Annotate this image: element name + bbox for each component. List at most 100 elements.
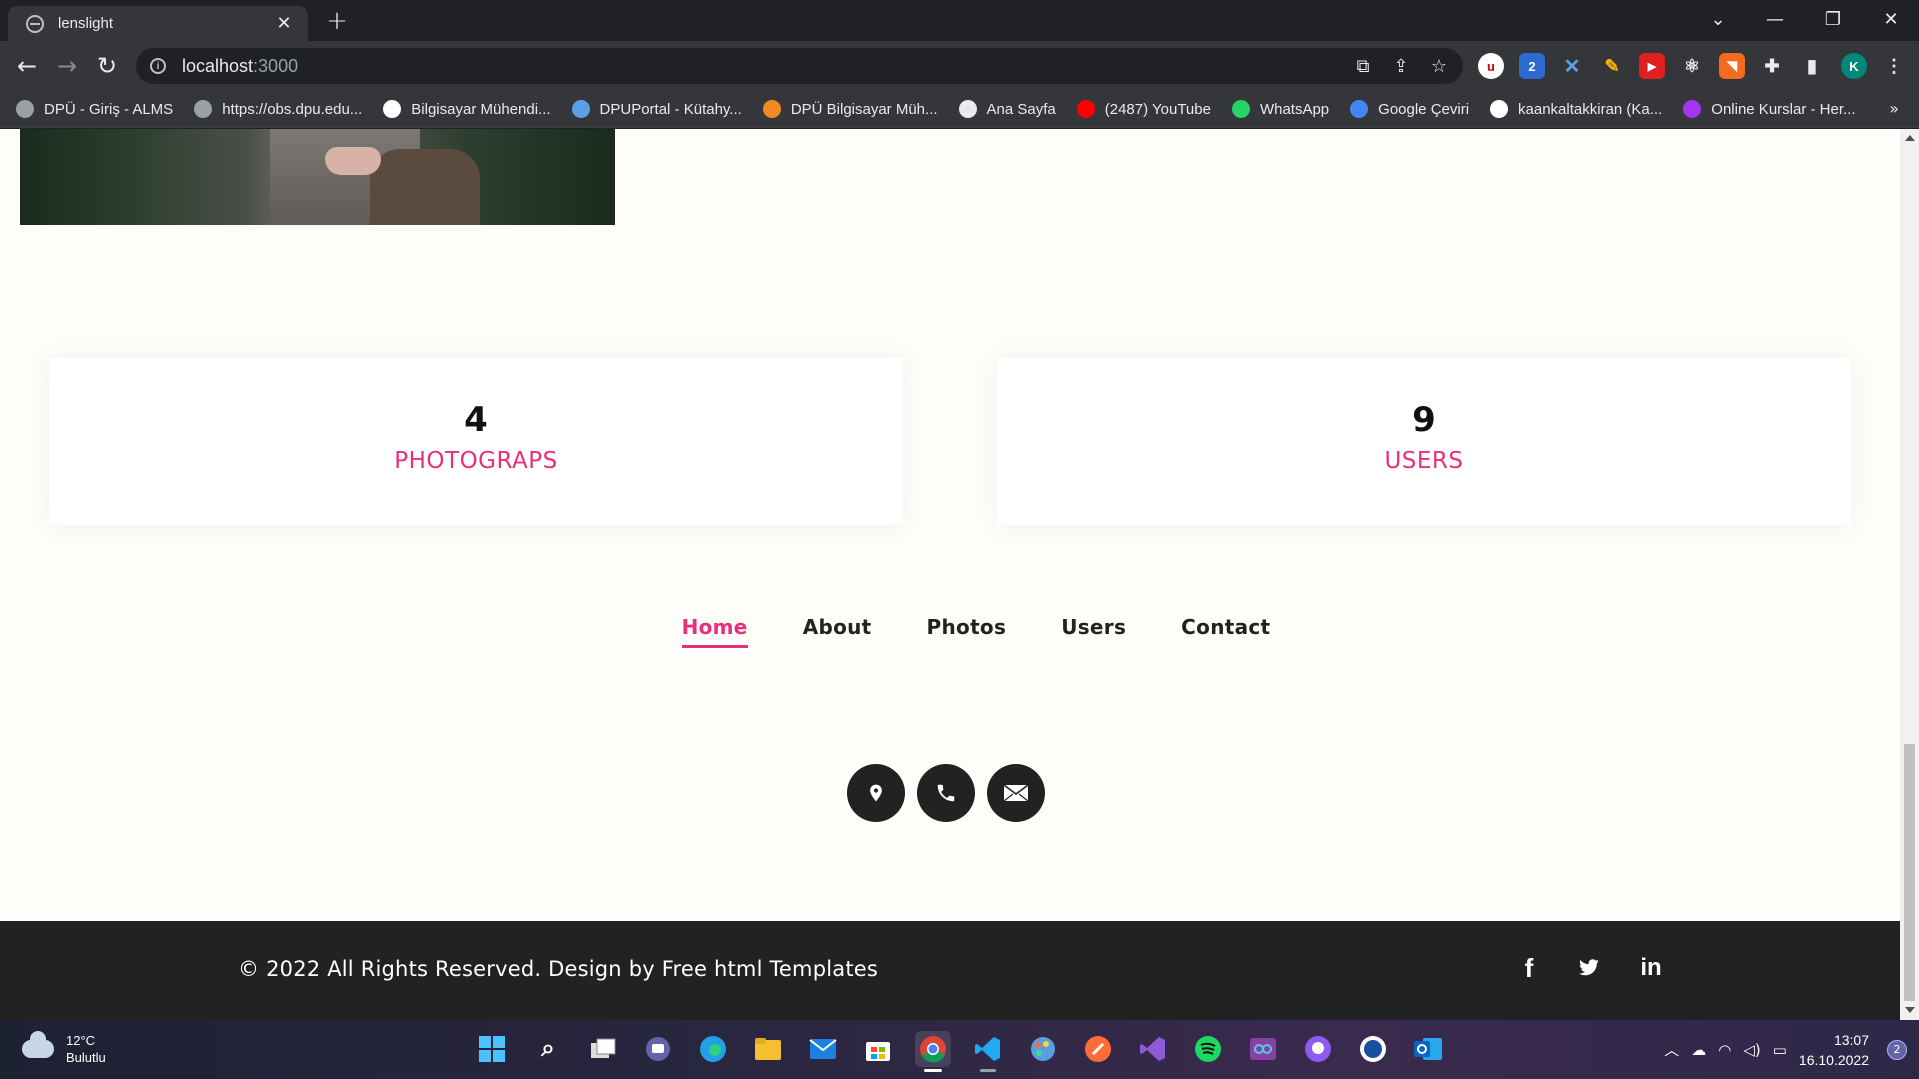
video-extension-icon[interactable]: ▶: [1639, 53, 1665, 79]
store-icon[interactable]: [860, 1031, 896, 1067]
facebook-icon[interactable]: f: [1512, 951, 1546, 985]
search-icon[interactable]: ⌕: [530, 1031, 566, 1067]
onedrive-icon[interactable]: ☁: [1691, 1041, 1706, 1059]
ublock-icon[interactable]: u: [1478, 53, 1504, 79]
scroll-thumb[interactable]: [1904, 744, 1915, 1001]
clock[interactable]: 13:07 16.10.2022: [1799, 1030, 1869, 1070]
pen-extension-icon[interactable]: ✎: [1599, 53, 1625, 79]
system-tray: ︿ ☁ ◠ ◁) ▭ 13:07 16.10.2022 2: [1664, 1020, 1919, 1079]
chevron-up-icon[interactable]: ︿: [1664, 1039, 1679, 1060]
bookmark-item[interactable]: DPÜ Bilgisayar Müh...: [762, 100, 938, 118]
battery-icon[interactable]: ▭: [1773, 1041, 1787, 1059]
globe-icon: [16, 100, 34, 118]
bookmark-star-icon[interactable]: ☆: [1427, 54, 1451, 78]
profile-avatar[interactable]: K: [1841, 53, 1867, 79]
bookmark-item[interactable]: Ana Sayfa: [958, 100, 1056, 118]
teams-chat-icon[interactable]: [640, 1031, 676, 1067]
tab-title: lenslight: [58, 15, 114, 32]
volume-icon[interactable]: ◁): [1743, 1041, 1760, 1059]
reload-button[interactable]: ↻: [92, 51, 122, 81]
page-viewport: 4 PHOTOGRAPS 9 USERS Home About Photos U…: [0, 129, 1900, 1020]
close-tab-icon[interactable]: ✕: [274, 13, 294, 34]
linkedin-icon[interactable]: in: [1634, 951, 1668, 985]
url-text[interactable]: localhost:3000: [182, 56, 298, 77]
edge-icon[interactable]: [695, 1031, 731, 1067]
new-tab-button[interactable]: +: [320, 6, 354, 36]
windows-taskbar: 12°C Bulutlu ⌕ ︿ ☁ ◠ ◁) ▭ 13:07 16.10.20…: [0, 1020, 1919, 1079]
vscode-icon[interactable]: [970, 1031, 1006, 1072]
mail-icon[interactable]: [987, 764, 1045, 822]
notification-badge[interactable]: 2: [1887, 1039, 1907, 1060]
google-translate-icon: [1350, 100, 1369, 118]
extensions-puzzle-icon[interactable]: ✚: [1759, 53, 1785, 79]
spotify-icon[interactable]: [1190, 1031, 1226, 1067]
file-explorer-icon[interactable]: [750, 1031, 786, 1067]
menu-icon[interactable]: ⋮: [1881, 53, 1907, 79]
gallery-photo[interactable]: [20, 129, 615, 225]
weather-widget[interactable]: 12°C Bulutlu: [22, 1031, 106, 1066]
bookmark-item[interactable]: Bilgisayar Mühendi...: [383, 100, 551, 118]
forward-button[interactable]: →: [52, 51, 82, 81]
task-view-icon[interactable]: [585, 1031, 621, 1067]
bookmark-item[interactable]: kaankaltakkiran (Ka...: [1490, 100, 1662, 118]
bookmarks-overflow-icon[interactable]: »: [1889, 99, 1899, 118]
bookmark-item[interactable]: DPÜ - Giriş - ALMS: [16, 100, 173, 118]
site-info-icon[interactable]: i: [150, 58, 166, 74]
close-window-button[interactable]: ✕: [1863, 0, 1919, 38]
location-icon[interactable]: [847, 764, 905, 822]
bookmark-item[interactable]: DPUPortal - Kütahy...: [571, 100, 742, 118]
scroll-up-arrow[interactable]: [1905, 135, 1915, 141]
side-panel-icon[interactable]: ▮: [1799, 53, 1825, 79]
tab-strip: lenslight ✕ + ⌄ — ❐ ✕: [0, 0, 1919, 41]
bookmark-label: Google Çeviri: [1378, 100, 1470, 118]
nav-link-contact[interactable]: Contact: [1181, 615, 1270, 648]
minimize-button[interactable]: —: [1747, 0, 1803, 38]
share-icon[interactable]: ⇪: [1389, 54, 1413, 78]
mail-app-icon[interactable]: [805, 1031, 841, 1067]
page-scrollbar[interactable]: [1900, 129, 1919, 1020]
start-button[interactable]: [474, 1031, 510, 1067]
bookmark-label: (2487) YouTube: [1104, 100, 1211, 118]
browser-toolbar: ← → ↻ i localhost:3000 ⧉ ⇪ ☆: [0, 41, 1919, 91]
tab-search-icon[interactable]: ⌄: [1690, 0, 1746, 38]
tools-extension-icon[interactable]: ✕: [1559, 53, 1585, 79]
rss-extension-icon[interactable]: ◥: [1719, 53, 1745, 79]
running-indicator: [980, 1069, 996, 1072]
scroll-down-arrow[interactable]: [1905, 1007, 1915, 1013]
bookmark-label: DPUPortal - Kütahy...: [599, 100, 742, 118]
globe-icon: [26, 14, 44, 33]
react-devtools-icon[interactable]: ⚛: [1679, 53, 1705, 79]
restore-button[interactable]: ❐: [1805, 0, 1861, 38]
dpu-orange-icon: [762, 100, 781, 118]
bookmark-item[interactable]: https://obs.dpu.edu...: [194, 100, 362, 118]
stat-label: PHOTOGRAPS: [394, 448, 558, 474]
bookmark-item[interactable]: Google Çeviri: [1350, 100, 1469, 118]
bookmark-item[interactable]: WhatsApp: [1231, 100, 1329, 118]
browser-tab[interactable]: lenslight ✕: [8, 6, 308, 41]
globe-icon: [194, 100, 213, 118]
arduino-icon[interactable]: [1245, 1031, 1281, 1067]
twitter-icon[interactable]: [1572, 951, 1606, 985]
chrome-icon[interactable]: [915, 1031, 951, 1072]
visual-studio-icon[interactable]: [1135, 1031, 1171, 1067]
bookmark-item[interactable]: Online Kurslar - Her...: [1683, 100, 1856, 118]
back-button[interactable]: ←: [12, 51, 42, 81]
bookmarks-bar: DPÜ - Giriş - ALMS https://obs.dpu.edu...…: [0, 91, 1919, 128]
phone-icon[interactable]: [917, 764, 975, 822]
app-w-icon[interactable]: [1355, 1031, 1391, 1067]
bookmark-item[interactable]: (2487) YouTube: [1076, 100, 1211, 118]
nav-link-home[interactable]: Home: [681, 615, 748, 648]
nav-link-photos[interactable]: Photos: [927, 615, 1007, 648]
outlook-icon[interactable]: [1410, 1031, 1446, 1067]
address-bar[interactable]: i localhost:3000 ⧉ ⇪ ☆: [136, 48, 1463, 84]
nav-link-about[interactable]: About: [803, 615, 872, 648]
nav-link-users[interactable]: Users: [1061, 615, 1126, 648]
postman-icon[interactable]: [1080, 1031, 1116, 1067]
translate-icon[interactable]: ⧉: [1351, 54, 1375, 78]
paint-icon[interactable]: [1025, 1031, 1061, 1067]
wifi-icon[interactable]: ◠: [1718, 1041, 1731, 1059]
weather-desc: Bulutlu: [66, 1050, 106, 1065]
whatsapp-icon: [1231, 100, 1250, 118]
github-desktop-icon[interactable]: [1300, 1031, 1336, 1067]
word-extension-icon[interactable]: 2: [1519, 53, 1545, 79]
